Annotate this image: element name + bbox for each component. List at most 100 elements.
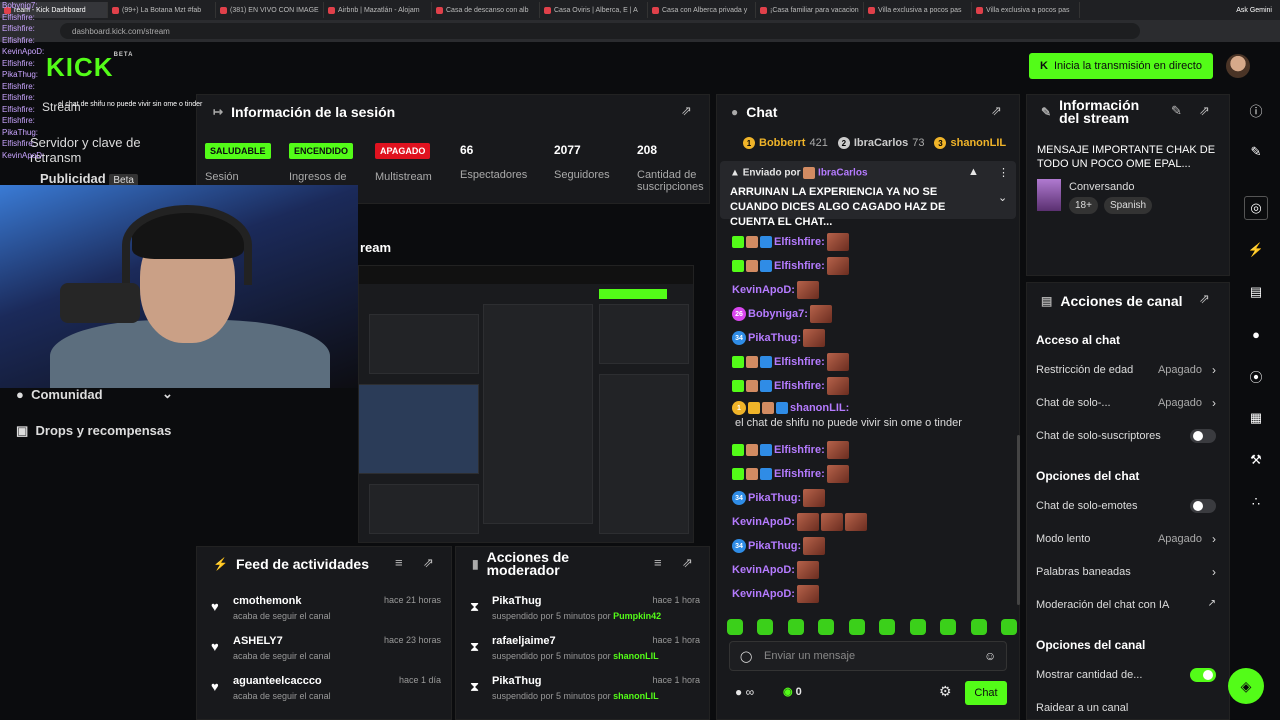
avatar[interactable] bbox=[1226, 54, 1250, 78]
emote-button[interactable] bbox=[787, 619, 804, 635]
browser-tab[interactable]: (381) EN VIVO CON IMAGE bbox=[216, 2, 324, 18]
moderator-name[interactable]: shanonLIL bbox=[613, 691, 659, 701]
chat-username[interactable]: KevinApoD: bbox=[732, 564, 795, 576]
apps-icon[interactable]: ∴ bbox=[1244, 490, 1268, 514]
chat-username[interactable]: PikaThug: bbox=[748, 332, 801, 344]
chat-icon[interactable]: ● bbox=[1244, 322, 1268, 346]
setting-row[interactable]: Chat de solo-emotes bbox=[1036, 499, 1218, 516]
chat-username[interactable]: KevinApoD: bbox=[732, 516, 795, 528]
url-field[interactable]: dashboard.kick.com/stream bbox=[60, 23, 1140, 39]
setting-row[interactable]: Restricción de edad Apagado › bbox=[1036, 363, 1218, 380]
chat-username[interactable]: KevinApoD: bbox=[732, 588, 795, 600]
chat-username[interactable]: shanonLIL: bbox=[790, 402, 849, 414]
moderator-name[interactable]: Pumpkin42 bbox=[613, 611, 661, 621]
moderated-user[interactable]: PikaThug bbox=[492, 675, 542, 687]
gemini-button[interactable]: Ask Gemini bbox=[1228, 7, 1280, 14]
expand-icon[interactable]: ⇗ bbox=[423, 555, 434, 571]
emote-button[interactable] bbox=[879, 619, 896, 635]
follower-name[interactable]: ASHELY7 bbox=[233, 635, 283, 647]
tab-title: Airbnb | Mazatlán - Alojam bbox=[338, 6, 420, 14]
chat-username[interactable]: Elfishfire: bbox=[774, 380, 825, 392]
broadcast-icon[interactable]: ⦿ bbox=[1244, 364, 1268, 388]
filter-icon[interactable]: ≡ bbox=[654, 555, 662, 570]
nav-drops[interactable]: ▣ Drops y recompensas bbox=[16, 423, 171, 439]
browser-tab[interactable]: Villa exclusiva a pocos pas bbox=[864, 2, 972, 18]
info-icon[interactable]: ⓘ bbox=[1244, 98, 1268, 122]
chat-username[interactable]: Elfishfire: bbox=[774, 444, 825, 456]
expand-icon[interactable]: ⇗ bbox=[1199, 291, 1210, 307]
moderated-user[interactable]: rafaeljaime7 bbox=[492, 635, 556, 647]
expand-icon[interactable]: ⇗ bbox=[1199, 103, 1210, 119]
chevron-down-icon[interactable]: ⌄ bbox=[998, 191, 1007, 204]
chat-username[interactable]: PikaThug: bbox=[748, 540, 801, 552]
moderated-user[interactable]: PikaThug bbox=[492, 595, 542, 607]
browser-tab[interactable]: Casa de descanso con alb bbox=[432, 2, 540, 18]
browser-tab[interactable]: ¡Casa familiar para vacacion bbox=[756, 2, 864, 18]
emote-button[interactable] bbox=[909, 619, 926, 635]
toggle-switch[interactable] bbox=[1190, 499, 1216, 513]
browser-tab[interactable]: Casa con Alberca privada y bbox=[648, 2, 756, 18]
chat-scrollbar[interactable] bbox=[1017, 435, 1020, 605]
infinity-icon[interactable]: ● ∞ bbox=[735, 685, 754, 699]
unpin-icon[interactable]: ▲ bbox=[968, 166, 979, 178]
browser-tab[interactable]: Villa exclusiva a pocos pas bbox=[972, 2, 1080, 18]
pinned-message[interactable]: ▲ Enviado por IbraCarlos ▲ ⋮ ARRUINAN LA… bbox=[720, 161, 1016, 228]
setting-row[interactable]: Modo lento Apagado › bbox=[1036, 532, 1218, 549]
chat-username[interactable]: Elfishfire: bbox=[774, 236, 825, 248]
expand-icon[interactable]: ⇗ bbox=[991, 103, 1002, 119]
chat-username[interactable]: Elfishfire: bbox=[774, 356, 825, 368]
chat-username[interactable]: Elfishfire: bbox=[774, 468, 825, 480]
moderator-name[interactable]: shanonLIL bbox=[613, 651, 659, 661]
expand-icon[interactable]: ⇗ bbox=[682, 555, 693, 571]
setting-row[interactable]: Palabras baneadas › bbox=[1036, 565, 1218, 582]
document-icon[interactable]: ▤ bbox=[1244, 280, 1268, 304]
emote-button[interactable] bbox=[848, 619, 865, 635]
browser-tab[interactable]: Casa Oviris | Alberca, E | A bbox=[540, 2, 648, 18]
lightning-icon[interactable]: ⚡ bbox=[1244, 238, 1268, 262]
toggle-switch[interactable] bbox=[1190, 429, 1216, 443]
browser-tab[interactable]: (99+) La Botana Mzt #fab bbox=[108, 2, 216, 18]
tag-pill[interactable]: 18+ bbox=[1069, 197, 1098, 214]
emote-button[interactable] bbox=[727, 619, 743, 635]
setting-row[interactable]: Chat de solo-suscriptores bbox=[1036, 429, 1218, 446]
stream-info-header: ✎ Información del stream bbox=[1041, 98, 1151, 125]
emote-button[interactable] bbox=[757, 619, 774, 635]
nav-comunidad[interactable]: ● Comunidad ⌄ bbox=[16, 386, 173, 402]
setting-row[interactable]: Chat de solo-... Apagado › bbox=[1036, 396, 1218, 413]
chat-input[interactable]: ◯ Enviar un mensaje ☺ bbox=[729, 641, 1007, 671]
top-gifter[interactable]: 2 IbraCarlos 73 bbox=[837, 137, 924, 149]
edit-icon[interactable]: ✎ bbox=[1171, 103, 1182, 119]
emoji-icon[interactable]: ☺ bbox=[984, 649, 996, 663]
pen-icon[interactable]: ✎ bbox=[1244, 140, 1268, 164]
browser-tab[interactable]: Airbnb | Mazatlán - Alojam bbox=[324, 2, 432, 18]
layout-icon[interactable]: ▦ bbox=[1244, 406, 1268, 430]
support-button[interactable]: ◈ bbox=[1228, 668, 1264, 704]
follower-name[interactable]: aguanteelcaccco bbox=[233, 675, 322, 687]
top-gifter[interactable]: 1 Bobberrt 421 bbox=[743, 137, 828, 149]
setting-row[interactable]: Moderación del chat con IA ↗ bbox=[1036, 598, 1218, 615]
tag-pill[interactable]: Spanish bbox=[1103, 197, 1153, 214]
send-chat-button[interactable]: Chat bbox=[965, 681, 1007, 705]
chat-username[interactable]: PikaThug: bbox=[748, 492, 801, 504]
emote-button[interactable] bbox=[970, 619, 987, 635]
points-counter[interactable]: ◉ 0 bbox=[783, 685, 802, 698]
follower-name[interactable]: cmothemonk bbox=[233, 595, 301, 607]
emote-button[interactable] bbox=[940, 619, 957, 635]
setting-row[interactable]: Raidear a un canal bbox=[1036, 702, 1218, 718]
more-icon[interactable]: ⋮ bbox=[998, 166, 1009, 179]
chat-username[interactable]: KevinApoD: bbox=[732, 284, 795, 296]
toggle-switch[interactable] bbox=[1190, 668, 1216, 682]
expand-icon[interactable]: ⇗ bbox=[681, 103, 692, 119]
emote-button[interactable] bbox=[1000, 619, 1017, 635]
gear-icon[interactable]: ⚙ bbox=[939, 683, 952, 700]
top-gifter[interactable]: 3 shanonLIL bbox=[934, 137, 1010, 149]
chat-username[interactable]: Elfishfire: bbox=[774, 260, 825, 272]
wrench-icon[interactable]: ⚒ bbox=[1244, 448, 1268, 472]
emote-button[interactable] bbox=[818, 619, 835, 635]
chat-username[interactable]: Bobyniga7: bbox=[748, 308, 808, 320]
filter-icon[interactable]: ≡ bbox=[395, 555, 403, 570]
go-live-button[interactable]: K Inicia la transmisión en directo bbox=[1029, 53, 1213, 79]
setting-row[interactable]: Mostrar cantidad de... bbox=[1036, 668, 1218, 685]
tab-favicon bbox=[976, 6, 983, 14]
target-icon[interactable]: ◎ bbox=[1244, 196, 1268, 220]
